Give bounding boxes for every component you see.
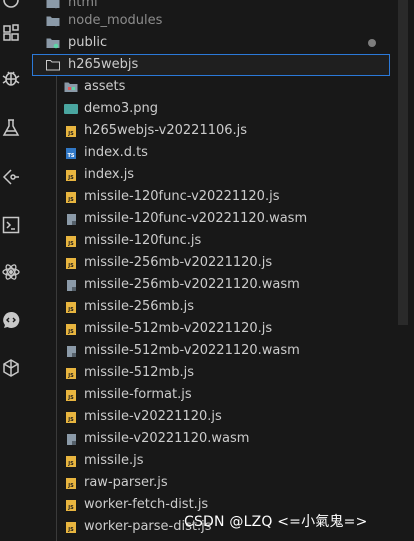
javascript-file-icon: JS bbox=[64, 322, 78, 336]
tree-file[interactable]: missile-256mb-v20221120.wasm bbox=[24, 274, 390, 296]
tree-file[interactable]: JS h265webjs-v20221106.js bbox=[24, 120, 390, 142]
tree-file[interactable]: JS missile-256mb.js bbox=[24, 296, 390, 318]
tree-file[interactable]: TS index.d.ts bbox=[24, 142, 390, 164]
tree-item-label: missile-512mb-v20221120.js bbox=[84, 321, 273, 336]
tree-item-label: missile-512mb-v20221120.wasm bbox=[84, 343, 300, 358]
explorer-panel: html node_modules public h265webjs assets dem… bbox=[24, 0, 414, 541]
tree-file[interactable]: JS missile-format.js bbox=[24, 384, 390, 406]
activity-bar bbox=[0, 0, 22, 541]
tree-file[interactable]: JS missile.js bbox=[24, 450, 390, 472]
tree-item-label: missile-format.js bbox=[84, 387, 192, 402]
tree-item-label: missile-120func.js bbox=[84, 233, 202, 248]
tree-item-label: demo3.png bbox=[84, 101, 159, 116]
tree-folder[interactable]: public bbox=[24, 32, 390, 54]
vscode-window: html node_modules public h265webjs assets dem… bbox=[0, 0, 414, 541]
javascript-file-icon: JS bbox=[64, 454, 78, 468]
javascript-file-icon: JS bbox=[64, 366, 78, 380]
tree-file[interactable]: JS raw-parser.js bbox=[24, 472, 390, 494]
tree-folder[interactable]: node_modules bbox=[24, 10, 390, 32]
tree-item-label: missile-v20221120.wasm bbox=[84, 431, 250, 446]
tree-item-label: index.js bbox=[84, 167, 135, 182]
react-icon[interactable] bbox=[0, 260, 22, 284]
javascript-file-icon: JS bbox=[64, 300, 78, 314]
wasm-file-icon bbox=[64, 212, 78, 226]
tree-item-label: h265webjs bbox=[68, 57, 139, 72]
tree-file[interactable]: JS missile-512mb.js bbox=[24, 362, 390, 384]
testing-icon[interactable] bbox=[0, 116, 22, 140]
git-icon[interactable] bbox=[0, 165, 22, 189]
tree-item-label: missile-120func-v20221120.js bbox=[84, 189, 280, 204]
tree-item-label: missile.js bbox=[84, 453, 144, 468]
tree-file[interactable]: missile-v20221120.wasm bbox=[24, 428, 390, 450]
watermark: CSDN @LZQ <=小氣鬼=> bbox=[184, 514, 368, 530]
javascript-file-icon: JS bbox=[64, 124, 78, 138]
tree-file[interactable]: demo3.png bbox=[24, 98, 390, 120]
tree-file[interactable]: missile-120func-v20221120.wasm bbox=[24, 208, 390, 230]
javascript-file-icon: JS bbox=[64, 410, 78, 424]
tree-item-label: h265webjs-v20221106.js bbox=[84, 123, 248, 138]
tree-folder[interactable]: assets bbox=[24, 76, 390, 98]
folder-icon bbox=[46, 36, 60, 50]
folder-icon bbox=[46, 14, 60, 28]
tree-file[interactable]: JS missile-120func-v20221120.js bbox=[24, 186, 390, 208]
wasm-file-icon bbox=[64, 432, 78, 446]
tree-file[interactable]: JS missile-512mb-v20221120.js bbox=[24, 318, 390, 340]
tree-item-label: missile-120func-v20221120.wasm bbox=[84, 211, 308, 226]
image-file-icon bbox=[64, 102, 78, 116]
tree-item-label: assets bbox=[84, 79, 126, 94]
debug-icon[interactable] bbox=[0, 66, 22, 90]
wasm-file-icon bbox=[64, 278, 78, 292]
tree-file[interactable]: JS index.js bbox=[24, 164, 390, 186]
javascript-file-icon: JS bbox=[64, 256, 78, 270]
live-share-icon[interactable] bbox=[0, 308, 22, 332]
javascript-file-icon: JS bbox=[64, 476, 78, 490]
folder-assets-icon bbox=[64, 80, 78, 94]
tree-item-label: raw-parser.js bbox=[84, 475, 168, 490]
wasm-file-icon bbox=[64, 344, 78, 358]
tree-file[interactable]: missile-512mb-v20221120.wasm bbox=[24, 340, 390, 362]
javascript-file-icon: JS bbox=[64, 168, 78, 182]
tree-file[interactable]: JS missile-256mb-v20221120.js bbox=[24, 252, 390, 274]
tree-item-label: public bbox=[68, 35, 108, 50]
scrollbar[interactable] bbox=[398, 0, 408, 325]
javascript-file-icon: JS bbox=[64, 234, 78, 248]
extensions-icon[interactable] bbox=[0, 21, 22, 45]
typescript-file-icon: TS bbox=[64, 146, 78, 160]
remote-icon[interactable] bbox=[0, 356, 22, 380]
tree-item-label: missile-256mb-v20221120.js bbox=[84, 255, 273, 270]
modified-indicator bbox=[368, 39, 376, 47]
tree-item-label: missile-256mb.js bbox=[84, 299, 194, 314]
javascript-file-icon: JS bbox=[64, 388, 78, 402]
tree-file[interactable]: JS missile-v20221120.js bbox=[24, 406, 390, 428]
tree-item-label: missile-256mb-v20221120.wasm bbox=[84, 277, 300, 292]
tree-folder[interactable]: h265webjs bbox=[32, 54, 390, 76]
javascript-file-icon: JS bbox=[64, 520, 78, 534]
folder-icon bbox=[46, 0, 60, 10]
tree-item-label: missile-512mb.js bbox=[84, 365, 194, 380]
tree-file[interactable]: JS missile-120func.js bbox=[24, 230, 390, 252]
tree-item-label: missile-v20221120.js bbox=[84, 409, 222, 424]
javascript-file-icon: JS bbox=[64, 498, 78, 512]
accounts-icon[interactable] bbox=[0, 0, 22, 12]
terminal-icon[interactable] bbox=[0, 213, 22, 237]
folder-open-icon bbox=[46, 58, 60, 72]
tree-item-label: node_modules bbox=[68, 13, 163, 28]
javascript-file-icon: JS bbox=[64, 190, 78, 204]
tree-item-label: index.d.ts bbox=[84, 145, 148, 160]
